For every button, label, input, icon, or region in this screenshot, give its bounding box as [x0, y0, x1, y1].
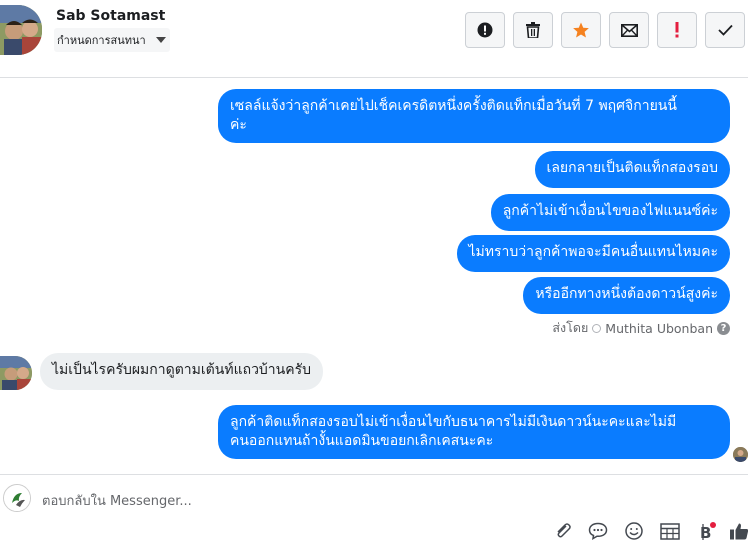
outgoing-message-bubble[interactable]: ลูกค้าไม่เข้าเงื่อนไขของไฟแนนซ์ค่ะ: [490, 194, 730, 231]
sent-by-label: ส่งโดย Muthita Ubonban ?: [552, 318, 730, 338]
message-text-line: ลูกค้าติดแท็กสองรอบไม่เข้าเงื่อนไขกับธนา…: [230, 414, 677, 430]
message-text-line: เซลล์แจ้งว่าลูกค้าเคยไปเช็คเครดิตหนึ่งคร…: [230, 98, 677, 114]
outgoing-message-bubble[interactable]: เลยกลายเป็นติดแท็กสองรอบ: [534, 151, 730, 188]
reply-input[interactable]: ตอบกลับใน Messenger...: [42, 490, 192, 511]
emoji-icon[interactable]: [623, 521, 645, 540]
mark-important-button[interactable]: [657, 12, 697, 48]
alert-icon: [477, 22, 493, 38]
message-text: ไม่ทราบว่าลูกค้าพอจะมีคนอื่นแทนไหมคะ: [468, 244, 718, 260]
conversation-header: Sab Sotamast กำหนดการสนทนา: [0, 0, 748, 78]
contact-name[interactable]: Sab Sotamast: [56, 8, 165, 24]
calendar-icon[interactable]: [659, 521, 681, 540]
outgoing-message-bubble[interactable]: หรืออีกทางหนึ่งต้องดาวน์สูงค่ะ: [523, 277, 730, 314]
star-button[interactable]: [561, 12, 601, 48]
saved-reply-icon[interactable]: [587, 521, 609, 540]
mark-done-button[interactable]: [705, 12, 745, 48]
help-icon[interactable]: ?: [717, 321, 730, 335]
label-dropdown-text: กำหนดการสนทนา: [57, 34, 146, 47]
chevron-down-icon: [156, 37, 166, 43]
outgoing-message-bubble[interactable]: ลูกค้าติดแท็กสองรอบไม่เข้าเงื่อนไขกับธนา…: [218, 405, 730, 459]
sender-name: Muthita Ubonban: [605, 320, 713, 336]
reply-footer: ตอบกลับใน Messenger... B: [0, 474, 748, 540]
exclamation-icon: [675, 22, 679, 38]
contact-avatar[interactable]: [0, 5, 42, 55]
page-avatar: [3, 484, 31, 512]
delete-button[interactable]: [513, 12, 553, 48]
sender-status-icon: [592, 323, 602, 333]
attach-icon[interactable]: [552, 521, 574, 540]
svg-text:B: B: [700, 524, 711, 540]
checkmark-icon: [717, 24, 733, 36]
message-text-line: คนออกแทนถ้างั้นแอดมินขอยกเลิกเคสนะคะ: [230, 433, 494, 449]
bitcoin-icon[interactable]: B: [695, 521, 717, 540]
conversation-label-dropdown[interactable]: กำหนดการสนทนา: [54, 28, 170, 52]
mail-icon: [620, 23, 638, 37]
message-text-line: ค่ะ: [230, 117, 247, 133]
trash-icon: [526, 22, 540, 38]
sent-by-prefix: ส่งโดย: [552, 320, 589, 335]
outgoing-message-bubble[interactable]: เซลล์แจ้งว่าลูกค้าเคยไปเช็คเครดิตหนึ่งคร…: [218, 89, 730, 143]
seen-indicator-avatar: [733, 447, 748, 462]
mail-button[interactable]: [609, 12, 649, 48]
incoming-message-bubble[interactable]: ไม่เป็นไรครับผมกาดูตามเต้นท์แถวบ้านครับ: [40, 353, 324, 390]
message-text: ลูกค้าไม่เข้าเงื่อนไขของไฟแนนซ์ค่ะ: [502, 203, 718, 219]
like-icon[interactable]: [728, 521, 748, 540]
star-icon: [573, 22, 589, 38]
message-text: หรืออีกทางหนึ่งต้องดาวน์สูงค่ะ: [535, 286, 718, 302]
message-text: เลยกลายเป็นติดแท็กสองรอบ: [546, 160, 718, 176]
alert-button[interactable]: [465, 12, 505, 48]
contact-avatar-small: [0, 356, 32, 390]
outgoing-message-bubble[interactable]: ไม่ทราบว่าลูกค้าพอจะมีคนอื่นแทนไหมคะ: [456, 235, 730, 272]
message-text: ไม่เป็นไรครับผมกาดูตามเต้นท์แถวบ้านครับ: [52, 362, 312, 378]
